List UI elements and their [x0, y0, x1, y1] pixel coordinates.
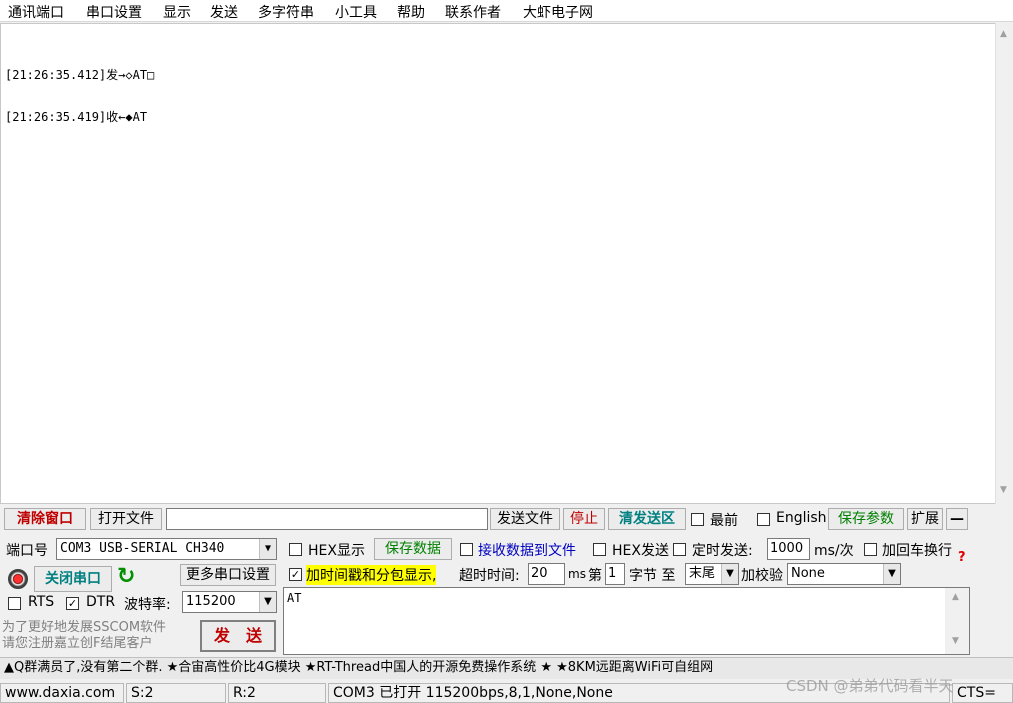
timestamp-checkbox[interactable]: ✓ [289, 568, 302, 581]
menu-send[interactable]: 发送 [210, 2, 238, 22]
save-params-button[interactable]: 保存参数 [828, 508, 904, 530]
help-question-icon[interactable]: ? [958, 550, 966, 565]
baud-value: 115200 [186, 594, 236, 609]
byte-start-input[interactable]: 1 [605, 563, 625, 585]
last-checkbox[interactable] [691, 513, 704, 526]
add-crlf-label: 加回车换行 [882, 543, 952, 559]
recv-to-file-label[interactable]: 接收数据到文件 [478, 540, 576, 560]
chevron-down-icon[interactable]: ▼ [259, 592, 276, 612]
collapse-button[interactable]: — [946, 508, 968, 530]
hint-line: 请您注册嘉立创F结尾客户 [2, 636, 153, 651]
menu-comm-port[interactable]: 通讯端口 [8, 2, 64, 22]
timed-send-label: 定时发送: [692, 543, 753, 559]
timeout-input[interactable]: 20 [528, 563, 565, 585]
more-port-settings-button[interactable]: 更多串口设置 [180, 564, 276, 586]
timeout-unit: ms [568, 567, 586, 581]
rts-checkbox[interactable] [8, 597, 21, 610]
byte-prefix-label: 第 [588, 568, 602, 584]
baud-select[interactable]: 115200 ▼ [182, 591, 277, 613]
open-file-button[interactable]: 打开文件 [90, 508, 162, 530]
status-website[interactable]: www.daxia.com [0, 683, 124, 703]
english-checkbox[interactable] [757, 513, 770, 526]
menu-tools[interactable]: 小工具 [335, 2, 377, 22]
port-status-indicator-icon [8, 569, 28, 589]
scroll-up-icon[interactable]: ▲ [952, 592, 959, 602]
status-sent-count: S:2 [126, 683, 226, 703]
rts-label: RTS [28, 594, 55, 610]
menu-serial-settings[interactable]: 串口设置 [86, 2, 142, 22]
receive-line: [21:26:35.419]收←◆AT [5, 110, 148, 124]
save-data-button[interactable]: 保存数据 [374, 538, 452, 560]
clear-window-button[interactable]: 清除窗口 [4, 508, 86, 530]
port-select[interactable]: COM3 USB-SERIAL CH340 ▼ [56, 538, 277, 560]
hex-send-checkbox[interactable] [593, 543, 606, 556]
checksum-select[interactable]: None ▼ [787, 563, 901, 585]
hex-display-label: HEX显示 [308, 543, 365, 559]
hint-line: 为了更好地发展SSCOM软件 [2, 620, 167, 635]
end-value: 末尾 [689, 566, 716, 581]
expand-button[interactable]: 扩展 [907, 508, 943, 530]
interval-input[interactable]: 1000 [767, 538, 810, 560]
menu-help[interactable]: 帮助 [397, 2, 425, 22]
receive-line: [21:26:35.412]发→◇AT□ [5, 68, 155, 82]
menu-daxia-website[interactable]: 大虾电子网 [523, 2, 593, 22]
port-value: COM3 USB-SERIAL CH340 [60, 541, 225, 556]
scroll-down-icon[interactable]: ▼ [1000, 485, 1007, 495]
receive-area[interactable]: [21:26:35.412]发→◇AT□ [21:26:35.419]收←◆AT [0, 23, 997, 504]
dtr-checkbox[interactable]: ✓ [66, 597, 79, 610]
port-label: 端口号 [6, 543, 48, 559]
interval-unit: ms/次 [814, 543, 854, 559]
status-received-count: R:2 [228, 683, 326, 703]
chevron-down-icon[interactable]: ▼ [883, 564, 900, 584]
refresh-icon[interactable]: ↻ [117, 564, 135, 589]
baud-label: 波特率: [124, 597, 171, 613]
last-label: 最前 [710, 513, 738, 529]
menu-contact-author[interactable]: 联系作者 [445, 2, 501, 22]
stop-button[interactable]: 停止 [563, 508, 605, 530]
timeout-label: 超时时间: [459, 568, 520, 584]
recv-to-file-checkbox[interactable] [460, 543, 473, 556]
send-scrollbar[interactable]: ▲ ▼ [945, 588, 969, 654]
end-select[interactable]: 末尾 ▼ [685, 563, 739, 585]
hex-send-label: HEX发送 [612, 543, 669, 559]
scroll-down-icon[interactable]: ▼ [952, 636, 959, 646]
menu-multi-string[interactable]: 多字符串 [258, 2, 314, 22]
clear-send-area-button[interactable]: 清发送区 [608, 508, 686, 530]
scroll-up-icon[interactable]: ▲ [1000, 29, 1007, 39]
timestamp-label: 加时间戳和分包显示, [306, 565, 437, 585]
english-label: English [776, 510, 827, 526]
byte-to-label: 字节 至 [629, 568, 676, 584]
hex-display-checkbox[interactable] [289, 543, 302, 556]
chevron-down-icon[interactable]: ▼ [259, 539, 276, 559]
dtr-label: DTR [86, 594, 116, 610]
send-button[interactable]: 发 送 [200, 620, 276, 652]
chevron-down-icon[interactable]: ▼ [721, 564, 738, 584]
timed-send-checkbox[interactable] [673, 543, 686, 556]
send-text-value: AT [287, 591, 302, 605]
status-cts: CTS= [952, 683, 1013, 703]
close-port-button[interactable]: 关闭串口 [34, 566, 112, 592]
register-hint: 为了更好地发展SSCOM软件 请您注册嘉立创F结尾客户 [2, 620, 166, 652]
send-file-button[interactable]: 发送文件 [490, 508, 560, 530]
checksum-label: 加校验 [741, 568, 783, 584]
send-text-area[interactable]: AT [283, 587, 970, 655]
menu-display[interactable]: 显示 [163, 2, 191, 22]
checksum-value: None [791, 566, 825, 581]
menu-bar: 通讯端口 串口设置 显示 发送 多字符串 小工具 帮助 联系作者 大虾电子网 [0, 0, 1013, 22]
add-crlf-checkbox[interactable] [864, 543, 877, 556]
file-path-input[interactable] [166, 508, 488, 530]
watermark: CSDN @弟弟代码看半天 [786, 677, 954, 695]
receive-scrollbar[interactable]: ▲ ▼ [995, 23, 1013, 504]
